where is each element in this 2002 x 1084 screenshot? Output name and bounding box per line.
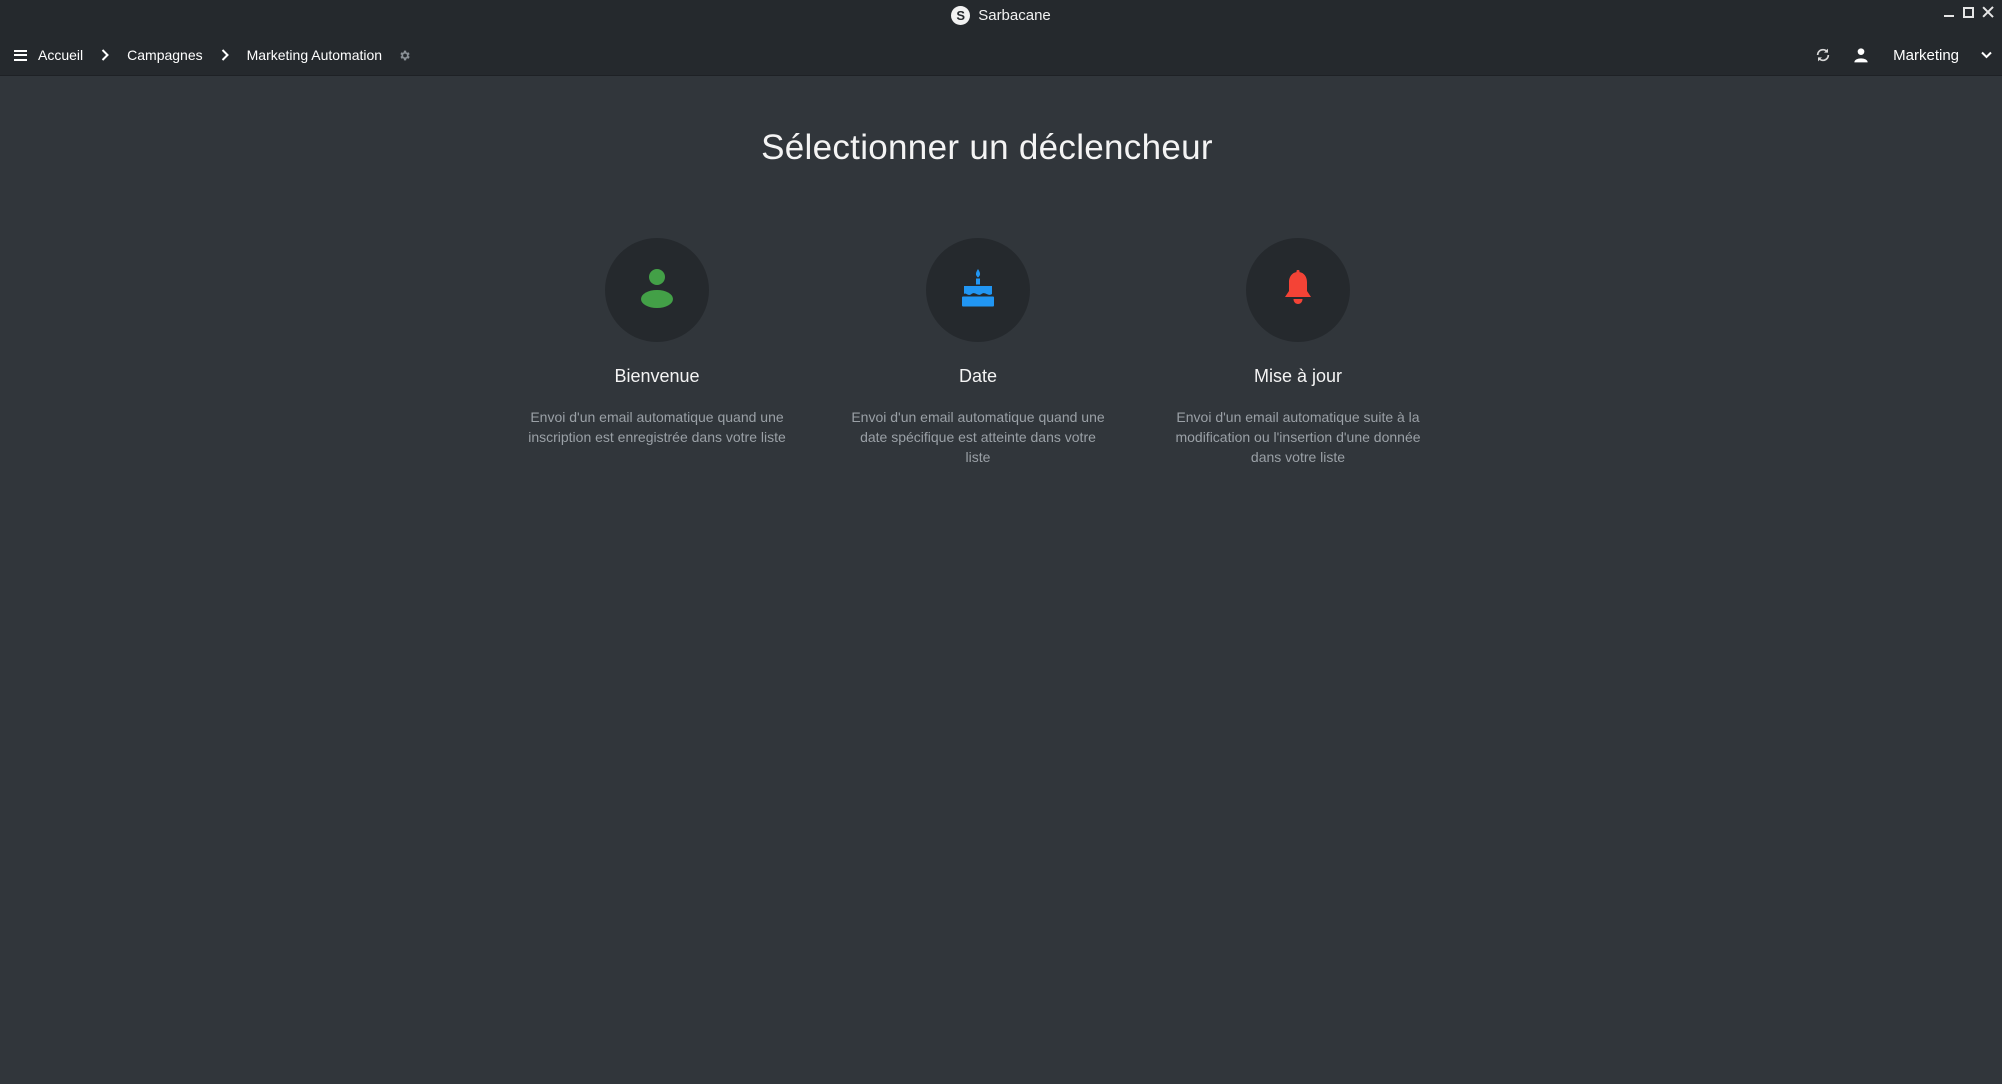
bell-icon	[1283, 269, 1313, 311]
breadcrumb-campaigns[interactable]: Campagnes	[127, 47, 203, 63]
trigger-icon-circle	[926, 238, 1030, 342]
chevron-right-icon	[215, 45, 235, 65]
user-icon	[640, 268, 674, 313]
app-title: S Sarbacane	[0, 6, 2002, 25]
breadcrumb-home[interactable]: Accueil	[38, 47, 83, 63]
app-name: Sarbacane	[978, 7, 1051, 24]
maximize-icon[interactable]	[1963, 7, 1974, 18]
account-dropdown[interactable]: Marketing	[1893, 47, 1992, 64]
trigger-date[interactable]: Date Envoi d'un email automatique quand …	[848, 238, 1108, 467]
close-icon[interactable]	[1982, 6, 1994, 18]
trigger-description: Envoi d'un email automatique quand une d…	[851, 409, 1105, 465]
page-title: Sélectionner un déclencheur	[761, 128, 1213, 167]
user-icon[interactable]	[1853, 47, 1869, 63]
trigger-icon-circle	[605, 238, 709, 342]
sarbacane-logo-icon: S	[951, 6, 971, 25]
hamburger-menu-icon[interactable]	[14, 49, 27, 61]
minimize-icon[interactable]	[1943, 6, 1955, 18]
trigger-label: Bienvenue	[614, 366, 700, 386]
trigger-label: Date	[958, 366, 998, 386]
account-label: Marketing	[1893, 46, 1959, 64]
breadcrumb-marketing-automation[interactable]: Marketing Automation	[247, 47, 382, 63]
trigger-icon-circle	[1246, 238, 1350, 342]
window-titlebar: S Sarbacane	[0, 0, 2002, 34]
refresh-icon[interactable]	[1815, 47, 1831, 63]
top-navbar: Accueil Campagnes Marketing Automation M…	[0, 34, 2002, 76]
window-controls	[1943, 6, 1994, 18]
trigger-description: Envoi d'un email automatique quand une i…	[528, 409, 786, 445]
cake-icon	[961, 268, 995, 313]
trigger-label: Mise à jour	[1253, 366, 1343, 386]
chevron-down-icon	[1981, 51, 1992, 59]
chevron-right-icon	[95, 45, 115, 65]
trigger-welcome[interactable]: Bienvenue Envoi d'un email automatique q…	[527, 238, 787, 447]
trigger-description: Envoi d'un email automatique suite à la …	[1175, 409, 1421, 465]
trigger-update[interactable]: Mise à jour Envoi d'un email automatique…	[1168, 238, 1428, 467]
breadcrumb: Accueil Campagnes Marketing Automation	[14, 34, 411, 76]
navbar-actions: Marketing	[1815, 34, 1992, 76]
gear-icon[interactable]	[397, 48, 411, 62]
main-content: Sélectionner un déclencheur Bienvenue En…	[0, 76, 2002, 1084]
